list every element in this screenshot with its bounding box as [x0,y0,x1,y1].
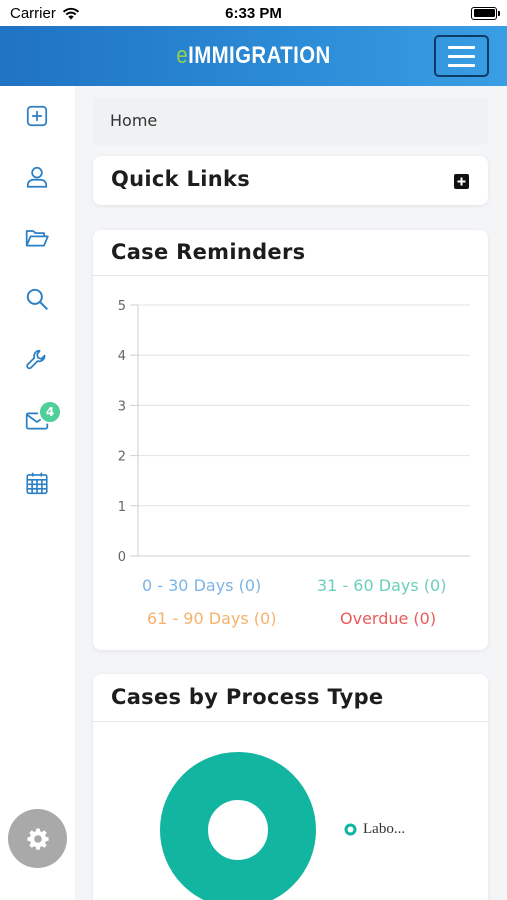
process-type-legend[interactable]: Labo... [344,821,405,838]
calendar-button[interactable] [23,469,51,497]
legend-61-90-days[interactable]: 61 - 90 Days (0) [147,609,276,628]
y-tick-label: 4 [118,349,126,364]
hamburger-menu-button[interactable] [434,35,489,77]
expand-quick-links-button[interactable] [454,174,469,189]
calendar-icon [26,472,48,495]
card-header: Cases by Process Type [93,674,488,722]
breadcrumb-home-link[interactable]: Home [110,111,157,130]
folder-open-icon [25,230,49,247]
wifi-icon [62,7,79,19]
case-reminders-chart: 0 1 2 3 4 5 [118,299,470,565]
y-tick-label: 5 [118,299,126,314]
profile-button[interactable] [23,163,51,191]
menu-line [448,45,475,49]
legend-0-30-days[interactable]: 0 - 30 Days (0) [142,576,261,595]
user-icon [26,166,48,188]
process-type-donut-chart [160,752,316,900]
quick-links-title: Quick Links [111,167,251,191]
card-header: Case Reminders [93,230,488,276]
carrier-info: Carrier [10,5,80,22]
app-logo: eIMMIGRATION [38,42,469,70]
y-tick-label: 3 [118,399,126,414]
status-bar: Carrier 6:33 PM [0,0,507,26]
search-button[interactable] [23,285,51,313]
legend-31-60-days[interactable]: 31 - 60 Days (0) [317,576,446,595]
cases-folder-button[interactable] [23,224,51,252]
donut-slice[interactable] [160,752,316,900]
logo-prefix: e [176,42,189,69]
app-header: eIMMIGRATION [0,26,507,86]
add-case-button[interactable] [23,102,51,130]
unread-count-badge: 4 [38,400,62,424]
legend-overdue[interactable]: Overdue (0) [340,609,436,628]
battery-icon [471,6,500,20]
wrench-icon [26,349,46,370]
plus-square-icon [26,105,48,127]
logo-text: IMMIGRATION [188,42,331,69]
gear-icon [26,828,49,850]
tools-button[interactable] [23,346,51,374]
quick-links-card[interactable]: Quick Links [93,156,488,205]
cases-by-process-title: Cases by Process Type [111,685,384,709]
y-tick-label: 0 [118,550,126,565]
settings-button[interactable] [8,809,67,868]
donut-legend-icon [344,823,357,836]
search-icon [26,288,48,310]
plus-icon [457,177,466,186]
y-tick-label: 2 [118,450,126,465]
breadcrumb: Home [93,97,488,145]
legend-label-labor: Labo... [363,821,406,837]
carrier-name: Carrier [10,4,56,22]
menu-line [448,63,475,67]
case-reminders-title: Case Reminders [111,240,306,264]
menu-line [448,54,475,58]
y-tick-label: 1 [118,500,126,515]
